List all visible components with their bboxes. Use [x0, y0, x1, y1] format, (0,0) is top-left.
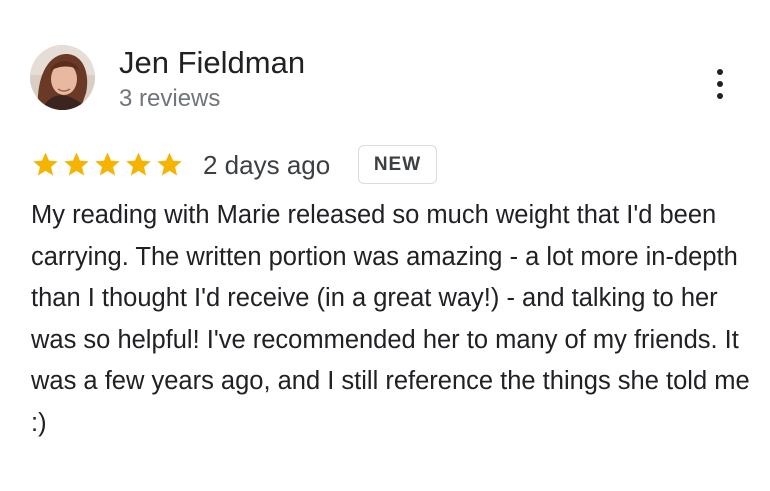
- star-icon: [126, 152, 151, 176]
- new-badge: NEW: [358, 145, 437, 184]
- reviewer-name[interactable]: Jen Fieldman: [119, 44, 305, 82]
- more-vert-dot: [717, 81, 723, 87]
- review-date: 2 days ago: [203, 150, 331, 180]
- more-vert-dot: [717, 93, 723, 99]
- more-options-button[interactable]: [704, 62, 736, 106]
- review-text: My reading with Marie released so much w…: [31, 201, 750, 437]
- star-rating: [31, 150, 184, 180]
- profile-photo-icon: [30, 45, 95, 110]
- star-icon: [95, 152, 120, 176]
- star-icon: [64, 152, 89, 176]
- more-vert-icon: [717, 69, 723, 75]
- avatar[interactable]: [30, 45, 95, 110]
- star-icon: [33, 152, 58, 176]
- star-icon: [157, 152, 182, 176]
- review-count: 3 reviews: [119, 85, 221, 112]
- review-card: Jen Fieldman 3 reviews 2 days ago NEW My…: [0, 0, 770, 491]
